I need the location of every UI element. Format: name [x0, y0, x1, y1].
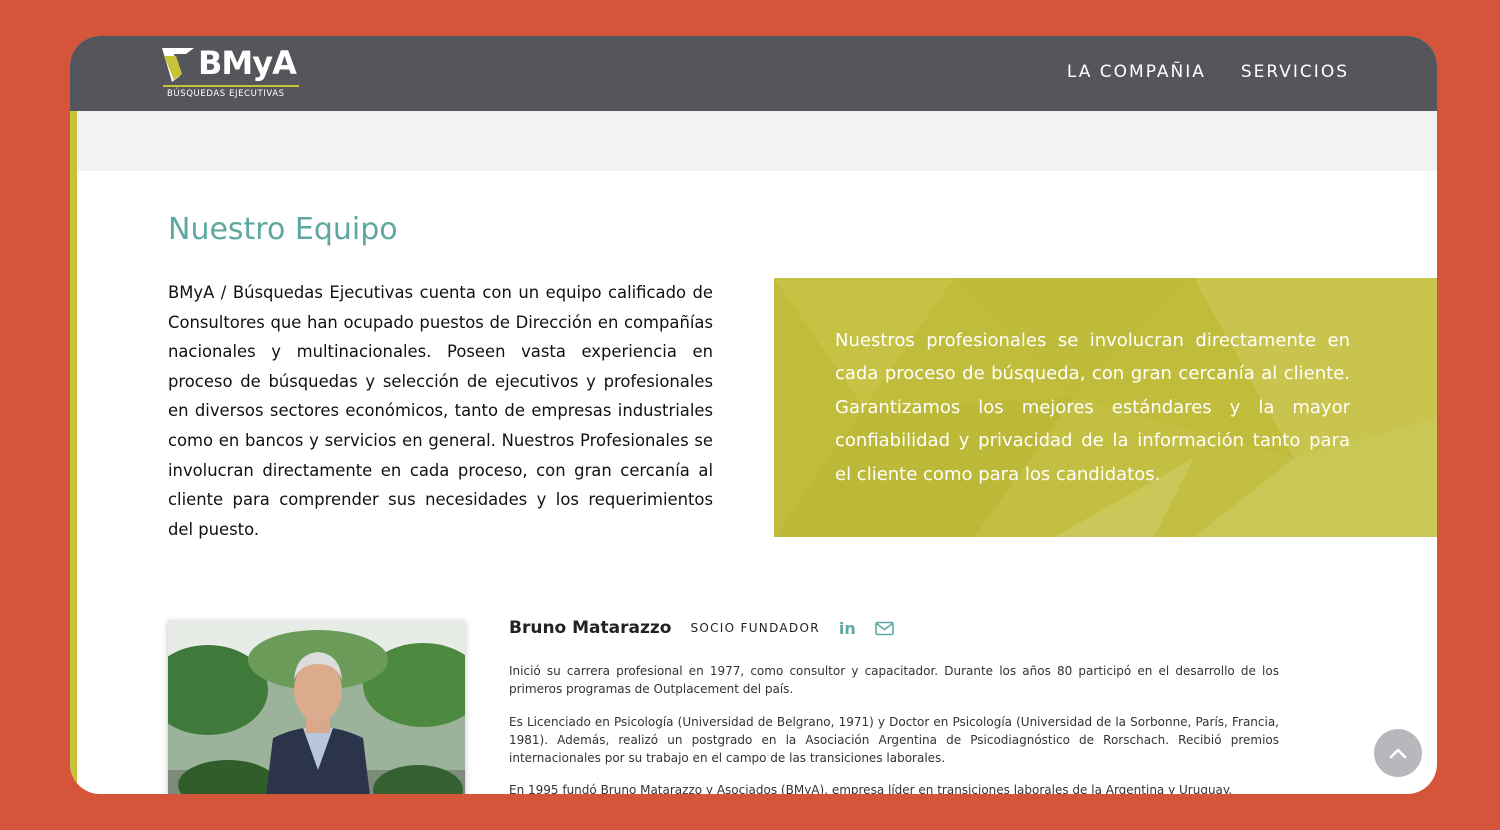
member-name: Bruno Matarazzo — [509, 618, 672, 638]
intro-paragraph: BMyA / Búsquedas Ejecutivas cuenta con u… — [168, 283, 713, 539]
quote-box: Nuestros profesionales se involucran dir… — [774, 278, 1437, 537]
member-photo — [168, 620, 465, 794]
logo-brand: BMyA — [198, 44, 297, 82]
browser-window: BMyA BÚSQUEDAS EJECUTIVAS LA COMPAÑIA SE… — [70, 36, 1437, 794]
member-role: SOCIO FUNDADOR — [690, 621, 820, 635]
member-header: Bruno Matarazzo SOCIO FUNDADOR in — [509, 618, 894, 638]
member-portrait-image — [168, 620, 465, 794]
bio-paragraph: Es Licenciado en Psicología (Universidad… — [509, 714, 1279, 765]
nav-servicios[interactable]: SERVICIOS — [1241, 62, 1349, 82]
chevron-up-icon — [1389, 748, 1407, 759]
mail-icon[interactable] — [874, 621, 894, 636]
bio-paragraph: Inició su carrera profesional en 1977, c… — [509, 664, 1279, 696]
bmya-logo[interactable]: BMyA BÚSQUEDAS EJECUTIVAS — [160, 44, 310, 102]
top-navbar: BMyA BÚSQUEDAS EJECUTIVAS LA COMPAÑIA SE… — [70, 36, 1437, 111]
main-nav: LA COMPAÑIA SERVICIOS — [1067, 62, 1349, 82]
linkedin-icon[interactable]: in — [839, 619, 856, 638]
member-bio: Inició su carrera profesional en 1977, c… — [509, 662, 1279, 794]
logo-underline — [163, 85, 299, 87]
logo-mark-icon — [162, 48, 194, 82]
left-accent-bar — [70, 111, 77, 794]
hero-band — [77, 111, 1437, 171]
bio-paragraph: En 1995 fundó Bruno Matarazzo y Asociado… — [509, 783, 1233, 794]
logo-tagline: BÚSQUEDAS EJECUTIVAS — [167, 89, 285, 99]
scroll-to-top-button[interactable] — [1374, 729, 1422, 777]
page-title: Nuestro Equipo — [168, 212, 398, 247]
nav-la-compania[interactable]: LA COMPAÑIA — [1067, 62, 1206, 82]
quote-text: Nuestros profesionales se involucran dir… — [835, 330, 1350, 485]
